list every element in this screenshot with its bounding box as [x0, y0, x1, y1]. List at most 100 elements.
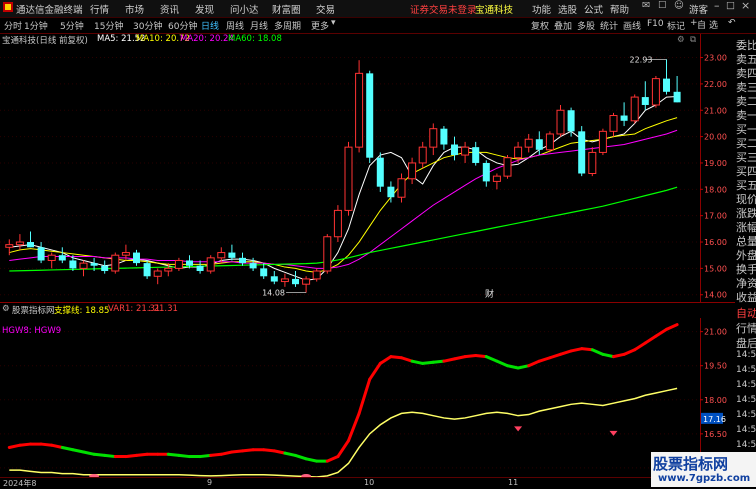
- candle[interactable]: [280, 273, 289, 287]
- candle[interactable]: [609, 112, 618, 137]
- maximize-icon[interactable]: □: [726, 0, 735, 11]
- user-guest[interactable]: 游客: [689, 2, 708, 16]
- candle[interactable]: [387, 181, 395, 203]
- menu-item-discover[interactable]: 发现: [195, 2, 214, 16]
- undo-icon[interactable]: ↶: [728, 18, 736, 28]
- candle[interactable]: [344, 141, 353, 216]
- candle[interactable]: [418, 141, 427, 169]
- candle[interactable]: [292, 271, 299, 287]
- candle[interactable]: [27, 231, 34, 248]
- candle[interactable]: [323, 234, 332, 274]
- candle[interactable]: [153, 268, 162, 285]
- candle[interactable]: [588, 147, 597, 177]
- candle[interactable]: [228, 244, 236, 261]
- candle[interactable]: [630, 94, 639, 124]
- candle[interactable]: [408, 157, 417, 185]
- candle[interactable]: [37, 242, 45, 264]
- candle[interactable]: [260, 263, 268, 279]
- candle[interactable]: [492, 173, 501, 190]
- period-tab-60min[interactable]: 60分钟: [168, 19, 197, 32]
- period-tab-daily[interactable]: 日线: [201, 19, 219, 32]
- period-tab-intraday[interactable]: 分时: [4, 19, 22, 32]
- menu-item-quotes[interactable]: 行情: [90, 2, 109, 16]
- menu-item-news[interactable]: 资讯: [160, 2, 179, 16]
- candle[interactable]: [472, 141, 480, 166]
- menu-item-stock-pick[interactable]: 选股: [558, 2, 577, 16]
- period-tab-1min[interactable]: 1分钟: [24, 19, 48, 32]
- chat-icon[interactable]: ✉: [642, 0, 650, 11]
- candle[interactable]: [58, 247, 66, 264]
- candle[interactable]: [545, 131, 554, 153]
- mark-button[interactable]: 标记: [667, 19, 685, 32]
- candle[interactable]: [15, 234, 24, 250]
- menu-item-market[interactable]: 市场: [125, 2, 144, 16]
- candle[interactable]: [556, 104, 565, 137]
- period-tab-multi[interactable]: 多周期: [274, 19, 301, 32]
- candle[interactable]: [578, 126, 586, 177]
- candle[interactable]: [5, 239, 14, 256]
- candle[interactable]: [663, 59, 670, 95]
- candle[interactable]: [47, 252, 56, 269]
- period-tab-15min[interactable]: 15分钟: [94, 19, 123, 32]
- candle[interactable]: [451, 136, 458, 161]
- minimize-icon[interactable]: –: [714, 0, 720, 12]
- candle[interactable]: [673, 75, 681, 103]
- candle[interactable]: [239, 252, 246, 266]
- self-select-label[interactable]: 选: [709, 18, 718, 31]
- candle[interactable]: [333, 205, 342, 243]
- candle[interactable]: [461, 141, 470, 163]
- candle[interactable]: [101, 260, 109, 274]
- candle[interactable]: [302, 276, 311, 293]
- candle[interactable]: [79, 260, 88, 277]
- menu-item-trade[interactable]: 交易: [316, 2, 335, 16]
- candle[interactable]: [376, 152, 384, 192]
- overlay-button[interactable]: 叠加: [554, 19, 572, 32]
- candle[interactable]: [482, 160, 490, 187]
- candle[interactable]: [620, 102, 628, 127]
- candle[interactable]: [641, 81, 649, 111]
- candle[interactable]: [503, 155, 512, 179]
- mail-icon[interactable]: ☐: [658, 0, 667, 11]
- menu-item-help[interactable]: 帮助: [610, 2, 629, 16]
- statistics-button[interactable]: 统计: [600, 19, 618, 32]
- candle[interactable]: [651, 75, 660, 108]
- candle[interactable]: [355, 60, 364, 153]
- panel-tab[interactable]: 自动: [736, 305, 756, 321]
- chevron-down-icon[interactable]: ▾: [331, 18, 336, 28]
- candle[interactable]: [196, 260, 204, 274]
- menu-item-function[interactable]: 功能: [532, 2, 551, 16]
- candle[interactable]: [440, 126, 448, 150]
- candlestick-chart[interactable]: 22.93 14.08 财: [0, 47, 700, 300]
- candle[interactable]: [133, 249, 140, 266]
- user-icon[interactable]: ☺: [674, 0, 684, 11]
- candle[interactable]: [270, 271, 278, 285]
- window-restore-icon[interactable]: ⧉: [690, 35, 696, 45]
- login-status-alert[interactable]: 证券交易未登录: [410, 2, 477, 16]
- period-tab-weekly[interactable]: 周线: [226, 19, 244, 32]
- candle[interactable]: [366, 70, 374, 163]
- draw-line-button[interactable]: 画线: [623, 19, 641, 32]
- finance-report-marker[interactable]: 财: [485, 288, 494, 300]
- candle[interactable]: [429, 123, 438, 156]
- multi-stock-button[interactable]: 多股: [577, 19, 595, 32]
- add-stock-icon-char[interactable]: 自: [697, 18, 706, 31]
- period-tab-more[interactable]: 更多: [311, 19, 329, 32]
- candle[interactable]: [598, 128, 607, 156]
- period-tab-monthly[interactable]: 月线: [250, 19, 268, 32]
- menu-item-wealth[interactable]: 财富圈: [272, 2, 301, 16]
- settings-gear-icon[interactable]: ⚙: [677, 35, 685, 45]
- panel-tab[interactable]: 盘后: [736, 335, 756, 351]
- candle[interactable]: [397, 173, 406, 203]
- sub-settings-gear-icon[interactable]: ⚙: [2, 304, 10, 314]
- candle[interactable]: [174, 257, 183, 272]
- close-icon[interactable]: ×: [741, 0, 750, 12]
- candle[interactable]: [69, 255, 77, 272]
- period-tab-30min[interactable]: 30分钟: [133, 19, 162, 32]
- menu-item-ask[interactable]: 问小达: [230, 2, 259, 16]
- candle[interactable]: [111, 252, 120, 274]
- support-indicator-chart[interactable]: [0, 318, 700, 477]
- candle[interactable]: [524, 133, 533, 153]
- f10-button[interactable]: F10: [647, 19, 664, 29]
- panel-tab[interactable]: 行情: [736, 320, 756, 336]
- menu-item-formula[interactable]: 公式: [584, 2, 603, 16]
